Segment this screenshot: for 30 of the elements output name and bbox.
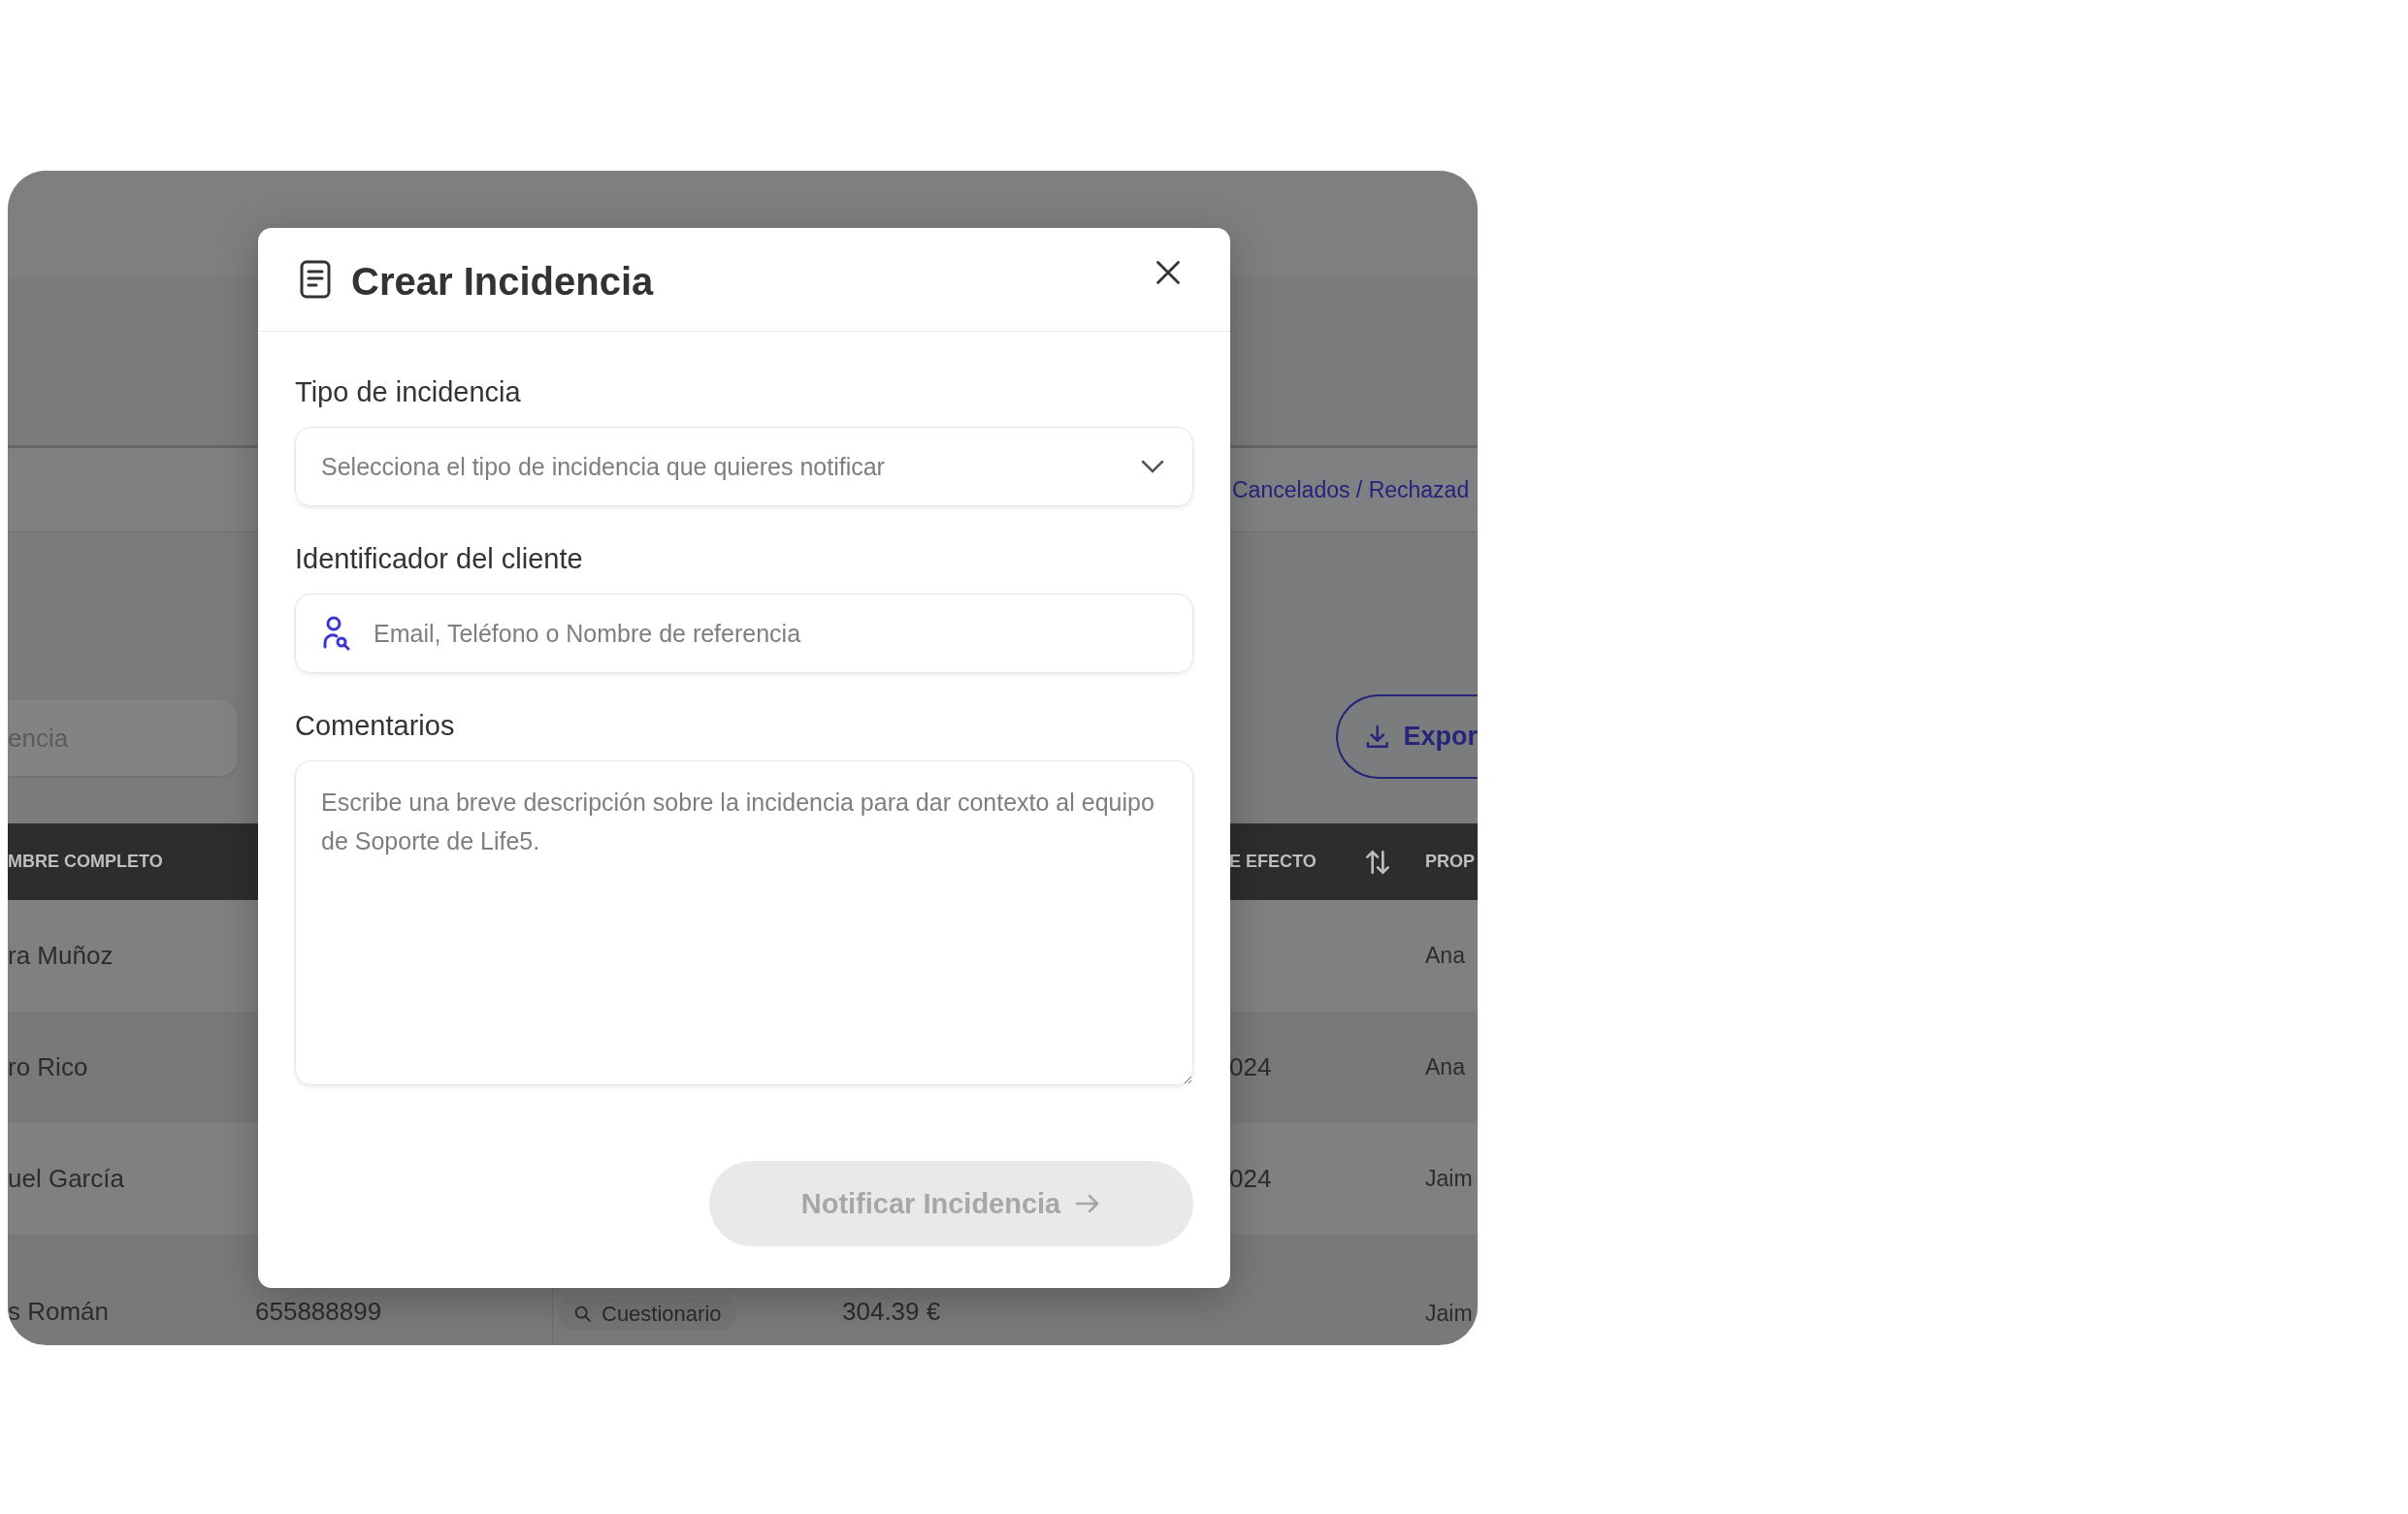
export-button[interactable]: Expor xyxy=(1336,694,1478,779)
client-input-field[interactable]: Email, Teléfono o Nombre de referencia xyxy=(295,594,1193,673)
table-cell: s Román xyxy=(8,1297,110,1327)
table-cell: Jaim xyxy=(1425,1166,1473,1192)
table-cell: 024 xyxy=(1229,1164,1272,1194)
status-tab[interactable]: Cancelados / Rechazad xyxy=(1232,476,1470,503)
user-search-icon xyxy=(321,616,352,651)
column-header: E EFECTO xyxy=(1229,852,1318,872)
dialog-title: Crear Incidencia xyxy=(351,258,655,304)
table-cell: 024 xyxy=(1229,1052,1272,1082)
field-label: Comentarios xyxy=(295,709,456,743)
table-cell: ra Muñoz xyxy=(8,941,114,971)
table-cell: 304.39 € xyxy=(842,1297,941,1327)
field-label: Tipo de incidencia xyxy=(295,375,522,409)
column-header: PROP xyxy=(1425,852,1476,872)
chevron-down-icon xyxy=(1140,459,1165,474)
type-dropdown[interactable]: Selecciona el tipo de incidencia que quieres notificar xyxy=(295,427,1193,506)
close-icon[interactable] xyxy=(1155,259,1182,286)
table-cell: Ana xyxy=(1425,943,1465,969)
table-cell: Ana xyxy=(1425,1054,1465,1080)
field-label: Identificador del cliente xyxy=(295,542,584,576)
table-cell: ro Rico xyxy=(8,1052,88,1082)
column-header: MBRE COMPLETO xyxy=(8,852,164,872)
table-cell: 655888899 xyxy=(255,1297,382,1327)
search-icon xyxy=(572,1304,594,1325)
type-tag: Cuestionario xyxy=(559,1298,735,1331)
document-icon xyxy=(299,260,332,299)
table-cell: uel García xyxy=(8,1164,124,1194)
comments-field[interactable]: Escribe una breve descripción sobre la incidencia para dar contexto al equipo de Soporte de Life5. xyxy=(295,760,1193,1085)
table-cell: Jaim xyxy=(1425,1301,1473,1327)
